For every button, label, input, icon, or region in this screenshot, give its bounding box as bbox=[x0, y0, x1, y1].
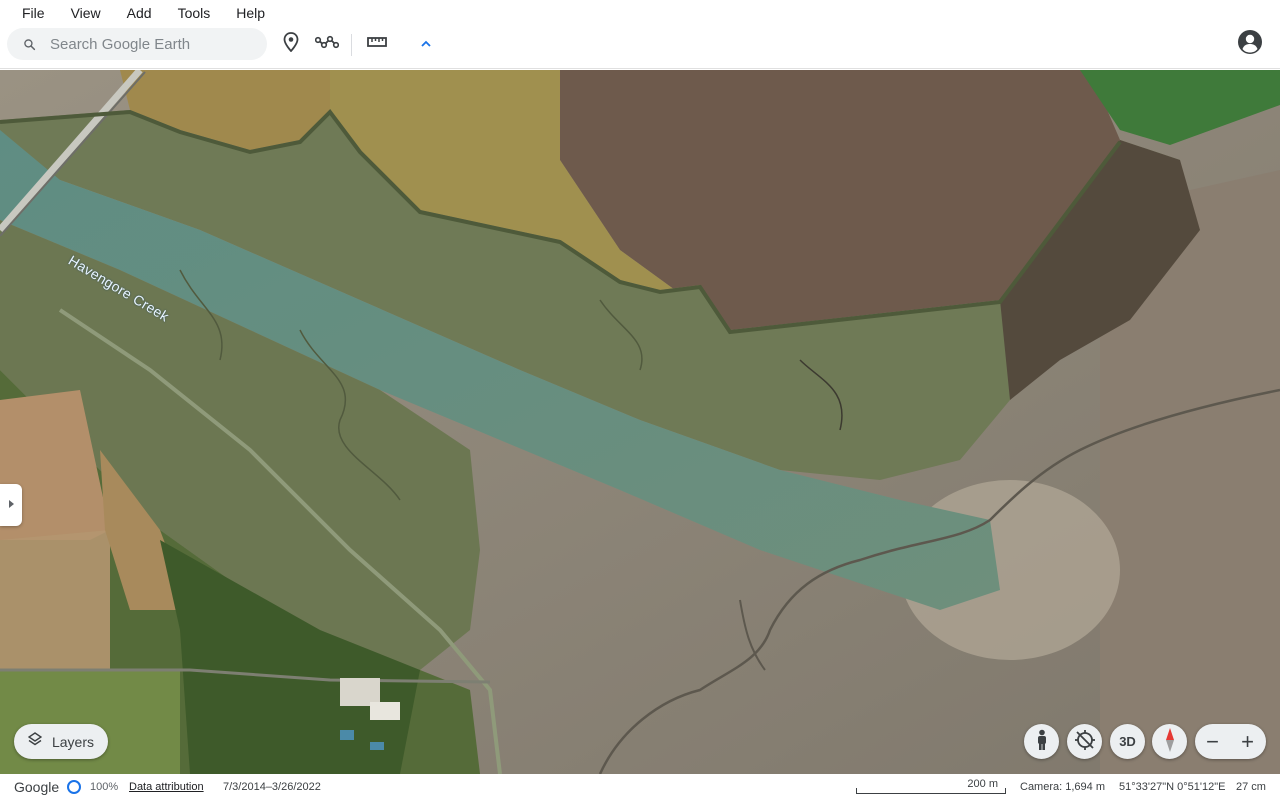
layers-button[interactable]: Layers bbox=[14, 724, 108, 759]
toolbar bbox=[0, 26, 1280, 69]
data-attribution-link[interactable]: Data attribution bbox=[129, 781, 204, 793]
placemark-icon bbox=[283, 31, 299, 57]
layers-label: Layers bbox=[51, 733, 95, 750]
loading-indicator-icon bbox=[67, 780, 81, 794]
layers-icon bbox=[27, 732, 43, 751]
load-percent: 100% bbox=[90, 781, 119, 793]
menu-help[interactable]: Help bbox=[226, 0, 275, 26]
menu-file[interactable]: File bbox=[12, 0, 55, 26]
scale-bar: 200 m bbox=[856, 776, 1006, 794]
search-box[interactable] bbox=[7, 28, 267, 60]
add-placemark-button[interactable] bbox=[278, 31, 304, 57]
zoom-in-button[interactable]: + bbox=[1230, 724, 1265, 759]
google-logo: Google bbox=[14, 779, 60, 795]
side-panel-toggle[interactable] bbox=[0, 484, 22, 526]
tilt-reset-button[interactable] bbox=[1067, 724, 1102, 759]
path-icon bbox=[314, 34, 340, 55]
account-button[interactable] bbox=[1236, 29, 1264, 60]
pegman-button[interactable] bbox=[1024, 724, 1059, 759]
search-icon bbox=[22, 37, 36, 51]
zoom-controls: − + bbox=[1195, 724, 1266, 759]
collapse-toolbar-button[interactable] bbox=[413, 31, 439, 57]
scale-label: 200 m bbox=[967, 778, 998, 790]
map-view[interactable]: Havengore Creek bbox=[0, 70, 1280, 774]
camera-altitude: Camera: 1,694 m bbox=[1020, 781, 1105, 793]
status-bar: Google 100% Data attribution 7/3/2014–3/… bbox=[0, 774, 1280, 800]
menu-view[interactable]: View bbox=[61, 0, 111, 26]
measure-button[interactable] bbox=[364, 31, 390, 57]
satellite-imagery bbox=[0, 70, 1280, 774]
add-path-button[interactable] bbox=[314, 31, 340, 57]
toolbar-separator bbox=[351, 34, 352, 56]
no-rotation-icon bbox=[1074, 729, 1096, 754]
chevron-up-icon bbox=[420, 35, 432, 53]
cursor-coordinates: 51°33'27"N 0°51'12"E bbox=[1119, 781, 1226, 793]
search-input[interactable] bbox=[50, 35, 250, 53]
pegman-icon bbox=[1034, 729, 1050, 754]
ruler-icon bbox=[367, 35, 387, 53]
toggle-3d-button[interactable]: 3D bbox=[1110, 724, 1145, 759]
chevron-right-icon bbox=[7, 496, 15, 514]
compass-icon bbox=[1164, 727, 1176, 756]
account-icon bbox=[1237, 29, 1263, 60]
compass-button[interactable] bbox=[1152, 724, 1187, 759]
menu-add[interactable]: Add bbox=[117, 0, 162, 26]
imagery-dates: 7/3/2014–3/26/2022 bbox=[223, 781, 321, 793]
menu-tools[interactable]: Tools bbox=[168, 0, 221, 26]
menu-bar: File View Add Tools Help bbox=[0, 0, 1280, 26]
zoom-out-button[interactable]: − bbox=[1195, 724, 1230, 759]
elevation: 27 cm bbox=[1236, 781, 1266, 793]
